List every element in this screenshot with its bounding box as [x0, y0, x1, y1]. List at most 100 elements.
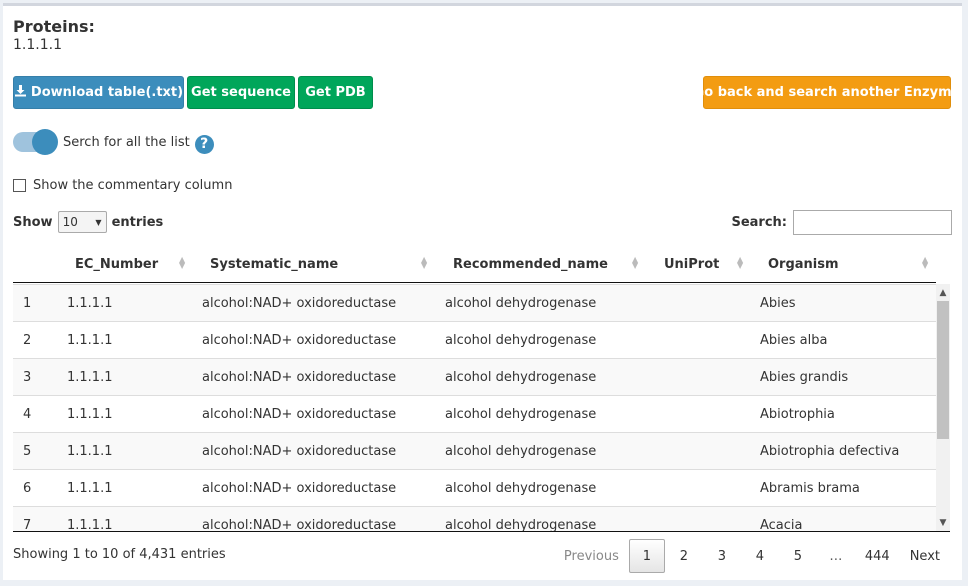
chevron-down-icon[interactable]: ▼ [936, 516, 950, 530]
download-table-button[interactable]: Download table(.txt) [13, 76, 184, 109]
cell-systematic: alcohol:NAD+ oxidoreductase [202, 407, 397, 422]
col-ec-label: EC_Number [75, 257, 159, 272]
go-back-button[interactable]: Go back and search another Enzyme [694, 76, 960, 109]
row-index: 5 [23, 444, 32, 459]
table-row[interactable]: 5 1.1.1.1 alcohol:NAD+ oxidoreductase al… [13, 432, 936, 469]
sort-icon[interactable]: ▲ ▼ [632, 256, 638, 270]
page-title: Proteins: [13, 17, 95, 36]
commentary-label: Show the commentary column [33, 178, 233, 193]
table-row[interactable]: 2 1.1.1.1 alcohol:NAD+ oxidoreductase al… [13, 321, 936, 358]
get-sequence-button[interactable]: Get sequence [187, 76, 295, 109]
page-length-value: 10 [62, 215, 78, 229]
cell-systematic: alcohol:NAD+ oxidoreductase [202, 481, 397, 496]
pagination-ellipsis: … [829, 548, 843, 564]
search-label: Search: [731, 215, 787, 230]
table-row[interactable]: 1 1.1.1.1 alcohol:NAD+ oxidoreductase al… [13, 284, 936, 321]
cell-ec: 1.1.1.1 [67, 407, 113, 422]
scrollbar-thumb[interactable] [937, 301, 949, 439]
cell-systematic: alcohol:NAD+ oxidoreductase [202, 296, 397, 311]
row-index: 1 [23, 296, 32, 311]
cell-organism: Abramis brama [760, 481, 860, 496]
cell-organism: Abiotrophia defectiva [760, 444, 900, 459]
col-header-ec-number[interactable]: EC_Number [75, 246, 158, 283]
page-length-select[interactable]: 10 ▼ [57, 211, 107, 233]
col-header-recommended-name[interactable]: Recommended_name [453, 246, 608, 283]
col-org-label: Organism [768, 257, 839, 272]
search-input[interactable] [793, 210, 952, 235]
cell-recommended: alcohol dehydrogenase [445, 333, 597, 348]
cell-organism: Abies [760, 296, 796, 311]
commentary-checkbox[interactable] [13, 179, 26, 192]
previous-page-button[interactable]: Previous [554, 539, 629, 573]
table-row[interactable]: 6 1.1.1.1 alcohol:NAD+ oxidoreductase al… [13, 469, 936, 506]
vertical-scrollbar[interactable]: ▲ ▼ [936, 284, 950, 531]
cell-systematic: alcohol:NAD+ oxidoreductase [202, 370, 397, 385]
cell-ec: 1.1.1.1 [67, 333, 113, 348]
search-all-toggle[interactable] [13, 129, 58, 155]
cell-organism: Abies alba [760, 333, 828, 348]
row-index: 4 [23, 407, 32, 422]
cell-recommended: alcohol dehydrogenase [445, 296, 597, 311]
cell-organism: Abies grandis [760, 370, 849, 385]
row-index: 7 [23, 518, 32, 532]
entries-label: entries [111, 214, 164, 230]
table-row[interactable]: 3 1.1.1.1 alcohol:NAD+ oxidoreductase al… [13, 358, 936, 395]
page-length-control: Show 10 ▼ entries [13, 211, 163, 233]
cell-organism: Abiotrophia [760, 407, 835, 422]
table-row[interactable]: 7 1.1.1.1 alcohol:NAD+ oxidoreductase al… [13, 506, 936, 532]
page-button-1[interactable]: 1 [628, 539, 665, 573]
cell-systematic: alcohol:NAD+ oxidoreductase [202, 518, 397, 532]
toggle-knob [32, 129, 58, 155]
row-index: 3 [23, 370, 32, 385]
page-button-3[interactable]: 3 [703, 539, 741, 573]
sort-icon[interactable]: ▲ ▼ [421, 256, 427, 270]
cell-ec: 1.1.1.1 [67, 370, 113, 385]
pagination: Previous 1 2 3 4 5 … 444 Next [554, 538, 950, 574]
download-icon [14, 84, 27, 101]
page-button-2[interactable]: 2 [665, 539, 703, 573]
get-pdb-button[interactable]: Get PDB [298, 76, 373, 109]
col-header-organism[interactable]: Organism [768, 246, 839, 283]
col-rec-label: Recommended_name [453, 257, 608, 272]
cell-ec: 1.1.1.1 [67, 444, 113, 459]
commentary-row: Show the commentary column [13, 178, 232, 193]
page-button-last[interactable]: 444 [855, 539, 900, 573]
col-header-uniprot[interactable]: UniProt [664, 246, 719, 283]
proteins-panel: Proteins: 1.1.1.1 Download table(.txt) G… [3, 3, 962, 580]
table-row[interactable]: 4 1.1.1.1 alcohol:NAD+ oxidoreductase al… [13, 395, 936, 432]
sort-icon[interactable]: ▲ ▼ [922, 256, 928, 270]
col-header-systematic-name[interactable]: Systematic_name [210, 246, 338, 283]
cell-recommended: alcohol dehydrogenase [445, 407, 597, 422]
help-icon[interactable]: ? [194, 134, 214, 154]
table-search: Search: [731, 210, 952, 235]
show-label: Show [13, 214, 53, 230]
chevron-up-icon[interactable]: ▲ [936, 286, 950, 300]
cell-systematic: alcohol:NAD+ oxidoreductase [202, 333, 397, 348]
page-button-4[interactable]: 4 [741, 539, 779, 573]
col-sys-label: Systematic_name [210, 257, 339, 272]
table-header: EC_Number ▲ ▼ Systematic_name ▲ ▼ Recommen… [13, 246, 936, 283]
chevron-down-icon: ▼ [95, 217, 102, 227]
sort-icon[interactable]: ▲ ▼ [179, 256, 185, 270]
cell-recommended: alcohol dehydrogenase [445, 518, 597, 532]
table-info: Showing 1 to 10 of 4,431 entries [13, 547, 226, 562]
col-uniprot-label: UniProt [664, 257, 720, 272]
cell-ec: 1.1.1.1 [67, 296, 113, 311]
cell-recommended: alcohol dehydrogenase [445, 481, 597, 496]
download-label: Download table(.txt) [30, 85, 184, 100]
search-all-toggle-row: Serch for all the list ? [13, 129, 214, 155]
table-body[interactable]: 1 1.1.1.1 alcohol:NAD+ oxidoreductase al… [13, 284, 950, 532]
cell-organism: Acacia [760, 518, 803, 532]
next-page-button[interactable]: Next [900, 539, 950, 573]
row-index: 2 [23, 333, 32, 348]
cell-systematic: alcohol:NAD+ oxidoreductase [202, 444, 397, 459]
cell-recommended: alcohol dehydrogenase [445, 444, 597, 459]
row-index: 6 [23, 481, 32, 496]
cell-ec: 1.1.1.1 [67, 518, 113, 532]
page-button-5[interactable]: 5 [779, 539, 817, 573]
cell-ec: 1.1.1.1 [67, 481, 113, 496]
cell-recommended: alcohol dehydrogenase [445, 370, 597, 385]
ec-subtitle: 1.1.1.1 [13, 37, 62, 53]
sort-icon[interactable]: ▲ ▼ [737, 256, 743, 270]
search-all-label: Serch for all the list [63, 134, 190, 150]
